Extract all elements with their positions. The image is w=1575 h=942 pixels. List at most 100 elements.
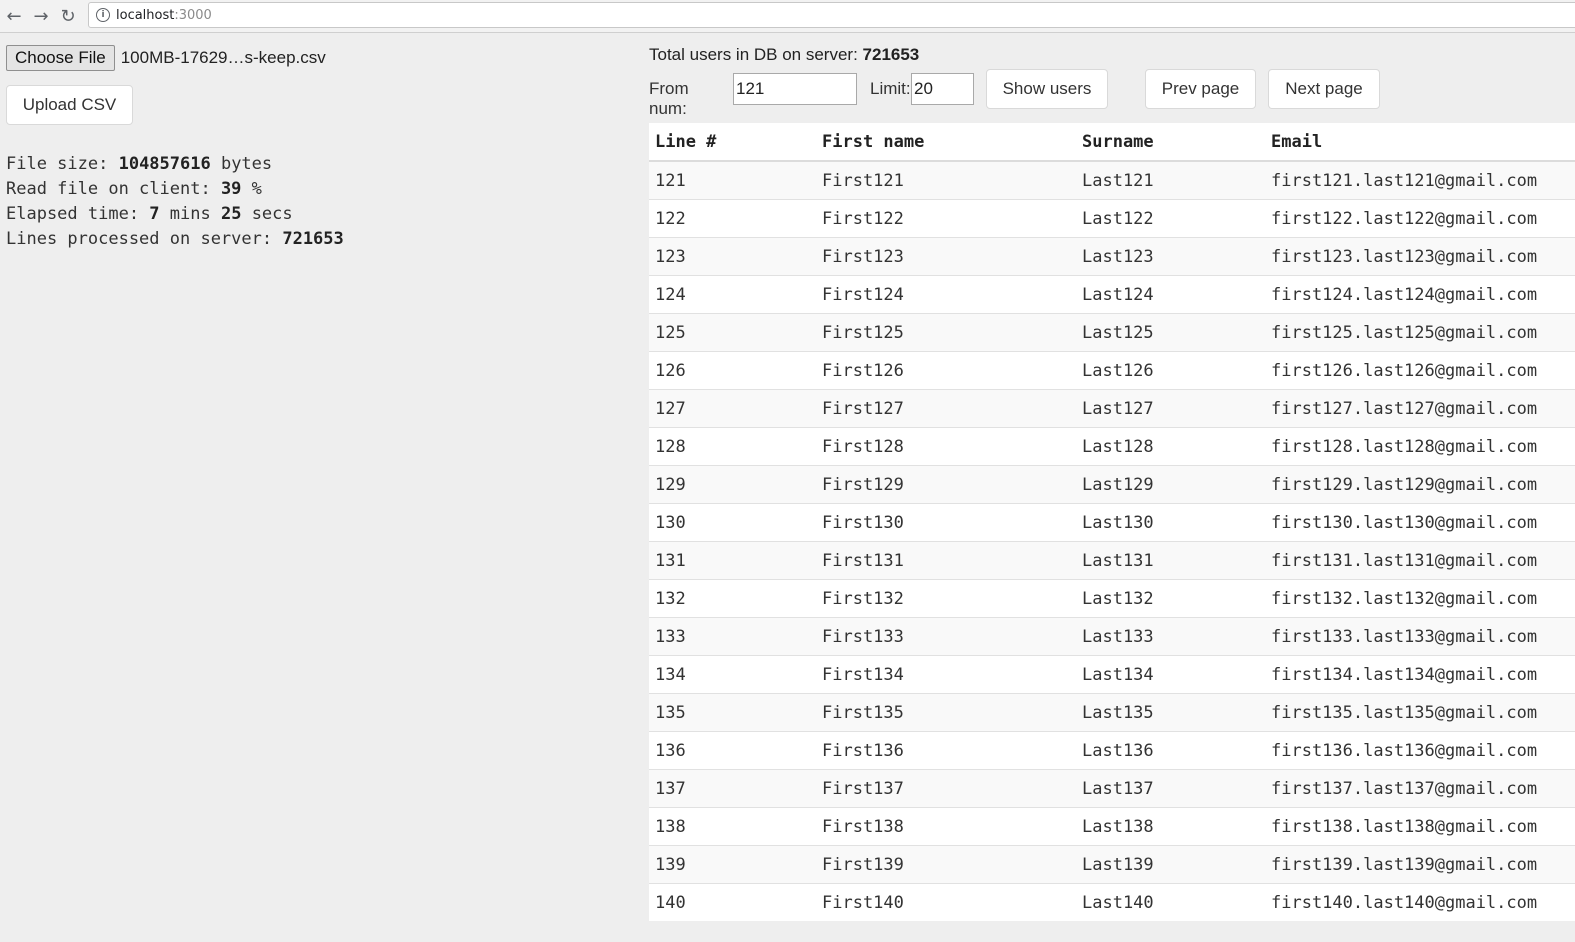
address-bar[interactable]: i localhost:3000 (88, 2, 1575, 28)
cell-line-num: 129 (649, 465, 816, 504)
cell-line-num: 127 (649, 389, 816, 428)
cell-first-name: First126 (816, 351, 1076, 390)
upload-stats: File size: 104857616 bytes Read file on … (6, 152, 344, 252)
table-row: 134 First134 Last134 first134.last134@gmail… (649, 655, 1575, 694)
cell-line-num: 138 (649, 807, 816, 846)
cell-first-name: First127 (816, 389, 1076, 428)
forward-arrow-icon[interactable]: → (30, 5, 52, 27)
selected-file-name: 100MB-17629…s-keep.csv (120, 48, 326, 67)
elapsed-mins-unit: mins (159, 204, 221, 224)
table-row: 137 First137 Last137 first137.last137@gmail… (649, 769, 1575, 808)
cell-first-name: First128 (816, 427, 1076, 466)
cell-surname: Last134 (1076, 655, 1265, 694)
cell-email: first128.last128@gmail.com (1265, 427, 1575, 466)
cell-line-num: 130 (649, 503, 816, 542)
cell-first-name: First136 (816, 731, 1076, 770)
total-users-label: Total users in DB on server: (649, 45, 863, 64)
table-row: 127 First127 Last127 first127.last127@gmail… (649, 389, 1575, 428)
table-row: 125 First125 Last125 first125.last125@gmail… (649, 313, 1575, 352)
cell-surname: Last124 (1076, 275, 1265, 314)
url-text: localhost:3000 (116, 8, 212, 23)
header-surname: Surname (1076, 123, 1265, 162)
table-header-row: Line # First name Surname Email (649, 123, 1575, 162)
cell-email: first126.last126@gmail.com (1265, 351, 1575, 390)
cell-email: first138.last138@gmail.com (1265, 807, 1575, 846)
cell-first-name: First137 (816, 769, 1076, 808)
cell-first-name: First140 (816, 883, 1076, 921)
back-arrow-icon[interactable]: ← (3, 5, 25, 27)
cell-email: first127.last127@gmail.com (1265, 389, 1575, 428)
cell-line-num: 121 (649, 160, 816, 200)
cell-email: first125.last125@gmail.com (1265, 313, 1575, 352)
cell-first-name: First129 (816, 465, 1076, 504)
cell-email: first131.last131@gmail.com (1265, 541, 1575, 580)
total-users-value: 721653 (862, 45, 920, 64)
read-unit: % (241, 179, 262, 199)
read-value: 39 (220, 179, 242, 199)
cell-email: first122.last122@gmail.com (1265, 199, 1575, 238)
table-row: 123 First123 Last123 first123.last123@gmail… (649, 237, 1575, 276)
info-icon[interactable]: i (96, 8, 110, 22)
file-picker: Choose File 100MB-17629…s-keep.csv (6, 44, 326, 72)
elapsed-mins: 7 (149, 204, 160, 224)
cell-first-name: First134 (816, 655, 1076, 694)
cell-line-num: 128 (649, 427, 816, 466)
users-table-body: 121 First121 Last121 first121.last121@gmail… (649, 160, 1575, 921)
cell-surname: Last123 (1076, 237, 1265, 276)
cell-line-num: 125 (649, 313, 816, 352)
header-first-name: First name (816, 123, 1076, 162)
cell-first-name: First131 (816, 541, 1076, 580)
cell-surname: Last137 (1076, 769, 1265, 808)
choose-file-button[interactable]: Choose File (6, 45, 115, 71)
cell-line-num: 135 (649, 693, 816, 732)
cell-line-num: 124 (649, 275, 816, 314)
cell-line-num: 134 (649, 655, 816, 694)
table-row: 129 First129 Last129 first129.last129@gmail… (649, 465, 1575, 504)
limit-label: Limit: (870, 79, 911, 98)
users-table: Line # First name Surname Email 121 First… (649, 123, 1575, 921)
cell-surname: Last135 (1076, 693, 1265, 732)
cell-email: first139.last139@gmail.com (1265, 845, 1575, 884)
show-users-button[interactable]: Show users (986, 69, 1108, 109)
cell-line-num: 133 (649, 617, 816, 656)
elapsed-label: Elapsed time: (6, 204, 150, 224)
cell-line-num: 136 (649, 731, 816, 770)
cell-line-num: 140 (649, 883, 816, 921)
next-page-button[interactable]: Next page (1268, 69, 1380, 109)
reload-icon[interactable]: ↻ (57, 5, 79, 27)
lines-processed-line: Lines processed on server: 721653 (6, 227, 344, 252)
cell-surname: Last136 (1076, 731, 1265, 770)
from-num-input[interactable] (733, 73, 857, 105)
cell-email: first132.last132@gmail.com (1265, 579, 1575, 618)
url-port: :3000 (174, 8, 212, 23)
table-row: 126 First126 Last126 first126.last126@gmail… (649, 351, 1575, 390)
cell-first-name: First123 (816, 237, 1076, 276)
cell-surname: Last127 (1076, 389, 1265, 428)
cell-line-num: 122 (649, 199, 816, 238)
url-host: localhost (116, 8, 175, 23)
lines-label: Lines processed on server: (6, 229, 283, 249)
cell-first-name: First135 (816, 693, 1076, 732)
table-row: 132 First132 Last132 first132.last132@gmail… (649, 579, 1575, 618)
prev-page-button[interactable]: Prev page (1145, 69, 1256, 109)
cell-first-name: First132 (816, 579, 1076, 618)
cell-surname: Last133 (1076, 617, 1265, 656)
cell-first-name: First130 (816, 503, 1076, 542)
table-row: 122 First122 Last122 first122.last122@gmail… (649, 199, 1575, 238)
elapsed-secs-unit: secs (241, 204, 293, 224)
cell-surname: Last125 (1076, 313, 1265, 352)
cell-email: first140.last140@gmail.com (1265, 883, 1575, 921)
cell-surname: Last140 (1076, 883, 1265, 921)
upload-csv-button[interactable]: Upload CSV (6, 85, 133, 125)
cell-first-name: First139 (816, 845, 1076, 884)
cell-email: first124.last124@gmail.com (1265, 275, 1575, 314)
cell-email: first133.last133@gmail.com (1265, 617, 1575, 656)
header-email: Email (1265, 123, 1575, 162)
table-row: 136 First136 Last136 first136.last136@gmail… (649, 731, 1575, 770)
table-row: 135 First135 Last135 first135.last135@gmail… (649, 693, 1575, 732)
from-num-label: From num: (649, 79, 689, 118)
cell-email: first130.last130@gmail.com (1265, 503, 1575, 542)
limit-input[interactable] (911, 73, 974, 105)
file-size-value: 104857616 (118, 154, 211, 174)
header-line-num: Line # (649, 123, 816, 162)
